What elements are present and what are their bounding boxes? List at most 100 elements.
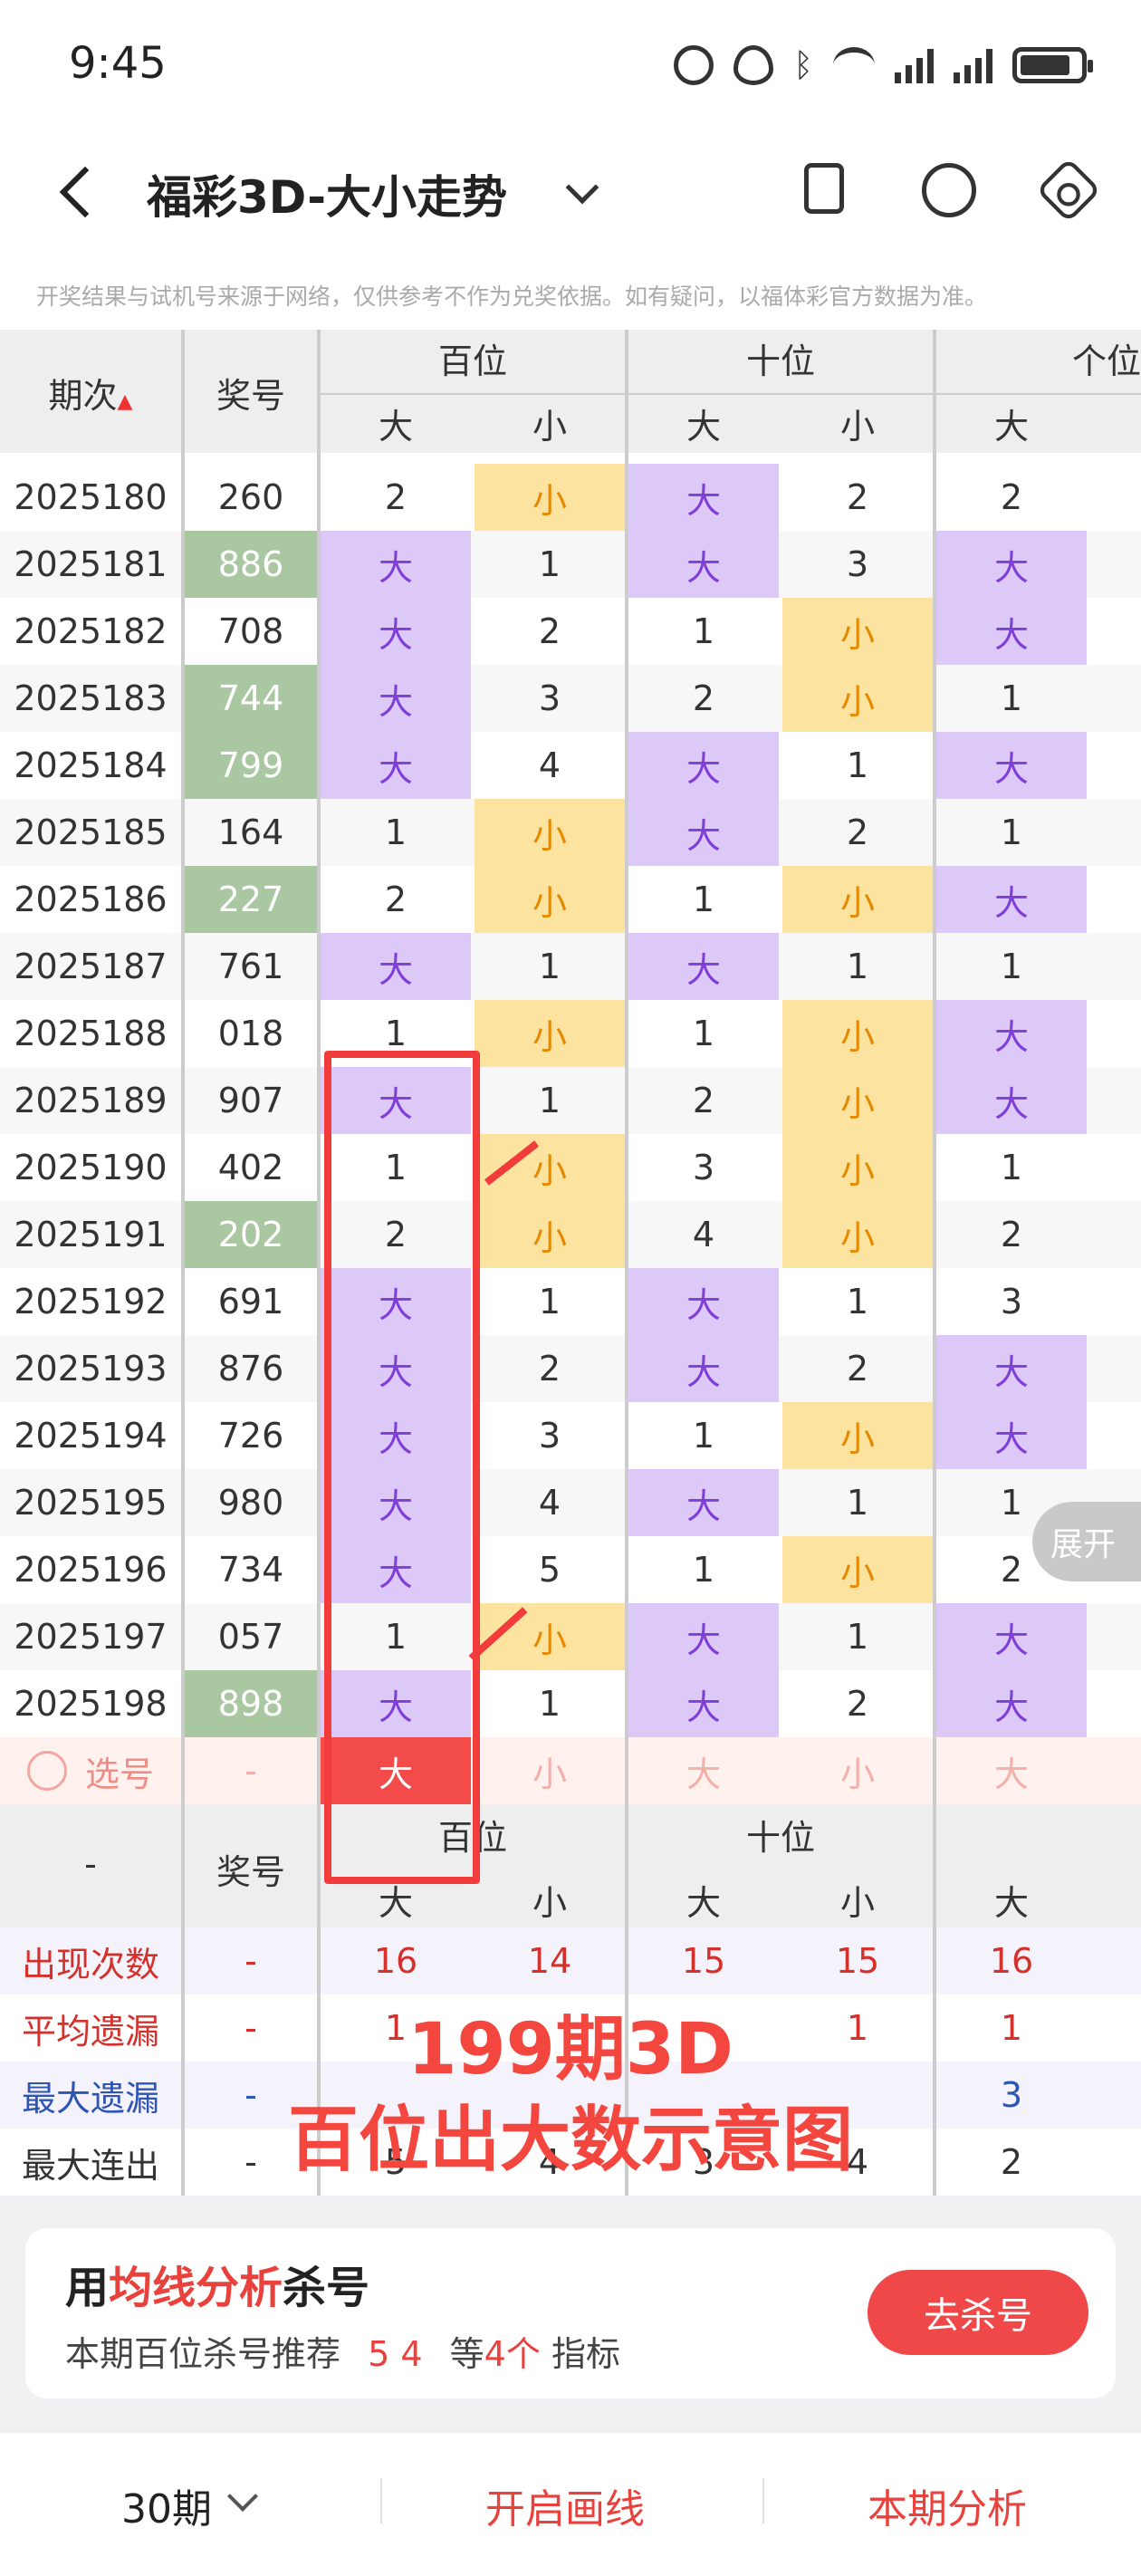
trend-cell: 3 [538, 1416, 561, 1456]
table-row: 2025192 691 大 1 大 1 3 [0, 1268, 1141, 1335]
number-cell: 907 [217, 1081, 284, 1120]
share-icon[interactable] [922, 163, 976, 217]
period-cell: 2025196 [14, 1550, 168, 1590]
col-number-header: 奖号 [216, 376, 285, 416]
trend-cell: 大 [936, 531, 1087, 598]
sort-icon[interactable]: ▲ [118, 390, 133, 413]
trend-cell: 1 [846, 1282, 869, 1322]
period-cell: 2025183 [14, 678, 168, 718]
trend-cell: 小 [782, 866, 933, 933]
column-divider [625, 330, 628, 2196]
pick-cell[interactable]: 小 [782, 1737, 933, 1804]
trend-cell: 5 [538, 1550, 561, 1590]
circle-icon[interactable] [26, 1751, 67, 1791]
period-selector[interactable]: 30期 [121, 2476, 212, 2534]
table-row: 2025181 886 大 1 大 3 大 [0, 531, 1141, 598]
annotation-box [324, 1051, 480, 1884]
trend-cell: 2 [692, 1081, 715, 1120]
trend-cell: 大 [936, 1670, 1087, 1737]
pick-cell[interactable]: 小 [475, 1737, 625, 1804]
signal-icon [954, 47, 992, 83]
table-row: 2025187 761 大 1 大 1 1 [0, 933, 1141, 1000]
period-cell: 2025180 [14, 477, 168, 517]
period-cell: 2025191 [14, 1215, 168, 1254]
draw-lines-button[interactable]: 开启画线 [485, 2476, 645, 2534]
trend-cell: 大 [936, 866, 1087, 933]
stat-value: 15 [681, 1941, 726, 1981]
trend-cell: 2 [692, 678, 715, 718]
number-cell: 726 [217, 1416, 284, 1456]
trend-cell: 大 [628, 1268, 779, 1335]
annotation-line1: 199期3D [408, 2009, 734, 2091]
trend-cell: 小 [782, 1134, 933, 1201]
settings-icon[interactable] [1035, 157, 1102, 224]
chevron-down-icon[interactable] [565, 170, 599, 205]
trend-cell: 1 [1000, 1148, 1023, 1187]
expand-button[interactable]: 展开 [1032, 1502, 1141, 1581]
card-title-highlight: 均线分析 [109, 2263, 283, 2313]
period-analysis-button[interactable]: 本期分析 [868, 2476, 1027, 2534]
phone-icon[interactable] [804, 163, 844, 214]
trend-cell: 3 [538, 678, 561, 718]
trend-cell: 大 [628, 933, 779, 1000]
number-cell: 744 [185, 665, 317, 732]
back-icon[interactable] [54, 163, 109, 226]
chevron-down-icon[interactable] [227, 2481, 258, 2512]
table-row: 2025188 018 1 小 1 小大 [0, 1000, 1141, 1067]
trend-cell: 3 [1000, 1282, 1023, 1322]
number-cell: 202 [185, 1201, 317, 1268]
footer-number: 奖号 [216, 1852, 285, 1892]
app-header: 福彩3D-大小走势 [0, 136, 1141, 254]
trend-cell: 1 [692, 1550, 715, 1590]
pick-label[interactable]: 选号 [0, 1737, 181, 1804]
page-title[interactable]: 福彩3D-大小走势 [147, 161, 507, 226]
status-icons: ᛒ [674, 45, 1093, 85]
period-cell: 2025181 [14, 544, 168, 584]
status-time: 9:45 [69, 38, 167, 89]
pick-number: - [244, 1751, 257, 1791]
trend-cell: 大 [628, 1670, 779, 1737]
annotation-line2: 百位出大数示意图 [287, 2100, 853, 2181]
sub-header: 大 [686, 407, 721, 447]
trend-cell: 小 [475, 1000, 625, 1067]
sub-header: 大 [378, 407, 413, 447]
trend-cell: 3 [846, 544, 869, 584]
trend-cell: 大 [321, 665, 471, 732]
column-divider [933, 330, 936, 2196]
col-period-header[interactable]: 期次▲ [0, 368, 181, 418]
card-title: 用均线分析杀号 [65, 2252, 369, 2315]
trend-cell: 大 [936, 1000, 1087, 1067]
trend-cell: 2 [384, 879, 408, 919]
card-title-suffix: 杀号 [283, 2263, 370, 2313]
pick-cell[interactable]: 大 [628, 1737, 779, 1804]
trend-cell: 大 [936, 1067, 1087, 1134]
sub-header: 小 [839, 407, 875, 447]
trend-cell: 1 [1000, 812, 1023, 852]
trend-cell: 4 [538, 745, 561, 785]
card-sub-prefix: 本期百位杀号推荐 [65, 2334, 341, 2374]
number-cell: 164 [217, 812, 284, 852]
group-tens: 十位 [745, 341, 815, 381]
footer-group: 十位 [745, 1818, 815, 1858]
trend-cell: 2 [846, 1684, 869, 1724]
number-cell: 057 [217, 1617, 284, 1657]
trend-cell: 1 [846, 1617, 869, 1657]
signal-icon [895, 47, 934, 83]
kill-number-card[interactable]: 用均线分析杀号 本期百位杀号推荐 5 4 等4个 指标 去杀号 [25, 2228, 1116, 2398]
card-sub-middle: 等 [449, 2334, 484, 2374]
trend-cell: 大 [321, 531, 471, 598]
number-cell: 734 [217, 1550, 284, 1590]
trend-cell: 1 [538, 947, 561, 986]
trend-cell: 1 [692, 879, 715, 919]
table-row: 2025190 402 1 小 3 小 1 [0, 1134, 1141, 1201]
period-cell: 2025184 [14, 745, 168, 785]
pick-cell[interactable]: 大 [936, 1737, 1087, 1804]
eye-icon [734, 45, 774, 85]
stat-value: 14 [527, 1941, 572, 1981]
kill-number-button[interactable]: 去杀号 [868, 2270, 1088, 2355]
column-divider [317, 330, 321, 2196]
stat-value: 16 [373, 1941, 418, 1981]
trend-cell: 1 [846, 947, 869, 986]
trend-cell: 小 [475, 1201, 625, 1268]
trend-cell: 大 [936, 598, 1087, 665]
